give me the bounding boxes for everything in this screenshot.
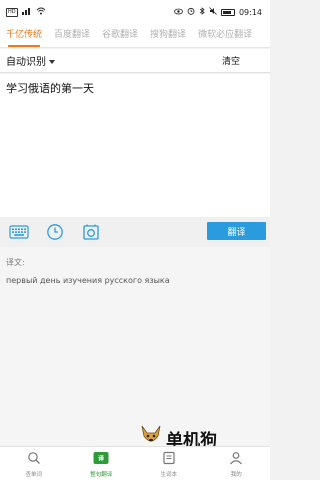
sim-badge: HD [6, 7, 18, 17]
wifi-icon [36, 7, 46, 17]
keyboard-icon[interactable] [8, 221, 30, 243]
svg-text:译: 译 [98, 454, 105, 462]
result-panel: 译文: первый день изучения русского языка [0, 247, 270, 446]
alarm-icon [187, 7, 195, 17]
engine-tabs: 千亿传统 百度翻译 谷歌翻译 搜狗翻译 微软必应翻译 [0, 24, 270, 48]
tab-bing[interactable]: 微软必应翻译 [192, 24, 258, 47]
mute-icon [209, 7, 217, 17]
tab-baidu[interactable]: 百度翻译 [48, 24, 96, 47]
signal-icon [21, 7, 32, 17]
chevron-down-icon [49, 59, 55, 64]
camera-icon[interactable] [80, 221, 102, 243]
clock-icon[interactable] [44, 221, 66, 243]
nav-item-lookup[interactable]: 查单词 [0, 447, 68, 480]
nav-label-vocab-book: 生词本 [160, 471, 177, 478]
bottom-nav: 查单词 译 整句翻译 生词本 我的 [0, 446, 270, 480]
source-text-input[interactable]: 学习俄语的第一天 [0, 74, 270, 217]
tab-qianyi[interactable]: 千亿传统 [0, 24, 48, 47]
nav-item-profile[interactable]: 我的 [203, 447, 271, 480]
battery-icon [220, 8, 235, 16]
clock-time: 09:14 [238, 7, 262, 17]
status-bar: HD 09:14 [0, 0, 270, 24]
nav-item-vocab-book[interactable]: 生词本 [135, 447, 203, 480]
tab-sogou[interactable]: 搜狗翻译 [144, 24, 192, 47]
clear-button[interactable]: 清空 [222, 54, 240, 67]
user-icon [229, 450, 243, 469]
status-right: 09:14 [174, 7, 262, 17]
notebook-icon [162, 450, 176, 469]
tab-google[interactable]: 谷歌翻译 [96, 24, 144, 47]
status-left: HD [6, 7, 46, 17]
search-icon [27, 450, 41, 469]
eye-icon [174, 8, 183, 17]
nav-item-sentence-translate[interactable]: 译 整句翻译 [68, 447, 136, 480]
bluetooth-icon [199, 7, 205, 17]
nav-label-lookup: 查单词 [25, 471, 42, 478]
language-toolbar: 自动识别 清空 [0, 49, 270, 73]
source-text: 学习俄语的第一天 [6, 82, 94, 95]
translation-result: первый день изучения русского языка [6, 276, 170, 285]
nav-label-profile: 我的 [230, 471, 242, 478]
translate-button[interactable]: 翻译 [207, 222, 266, 240]
translate-icon: 译 [93, 450, 109, 469]
result-label: 译文: [6, 258, 25, 267]
source-language-label: 自动识别 [6, 57, 46, 68]
nav-label-sentence-translate: 整句翻译 [90, 471, 113, 478]
source-language-select[interactable]: 自动识别 [6, 53, 55, 68]
